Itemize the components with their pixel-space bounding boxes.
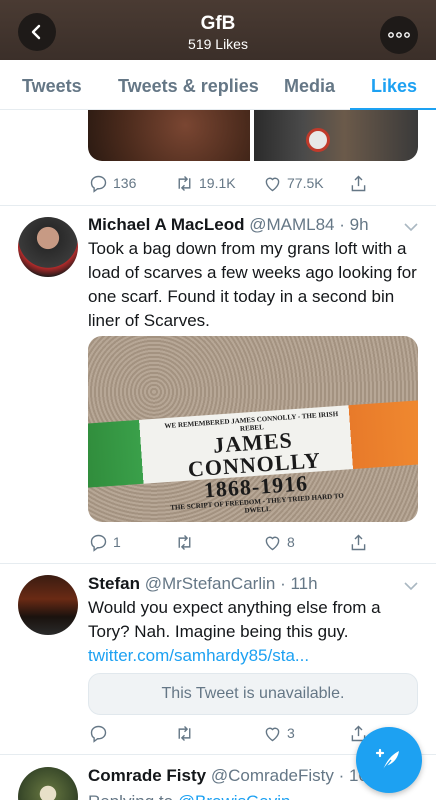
author-handle[interactable]: @ComradeFisty bbox=[211, 766, 334, 785]
heart-icon bbox=[265, 727, 280, 741]
like-count: 77.5K bbox=[287, 175, 324, 191]
tweet-author-line: Michael A MacLeod @MAML84 · 9h bbox=[88, 215, 369, 235]
megaphone-icon bbox=[306, 128, 330, 152]
media-image[interactable] bbox=[88, 110, 250, 161]
retweet-button[interactable]: 19.1K bbox=[174, 173, 236, 194]
tweet-link[interactable]: twitter.com/samhardy85/sta... bbox=[88, 646, 309, 665]
more-dots-icon bbox=[388, 32, 410, 38]
tweet-divider bbox=[0, 563, 436, 564]
tweet-text: Would you expect anything else from a To… bbox=[88, 596, 418, 668]
tweet-image[interactable]: WE REMEMBERED JAMES CONNOLLY - THE IRISH… bbox=[88, 336, 418, 522]
avatar[interactable] bbox=[18, 217, 78, 277]
author-handle[interactable]: @MAML84 bbox=[249, 215, 334, 234]
retweet-icon bbox=[178, 725, 191, 741]
retweet-icon bbox=[178, 175, 191, 191]
retweet-icon bbox=[178, 534, 191, 550]
reply-count: 136 bbox=[113, 175, 137, 191]
chevron-down-icon[interactable] bbox=[404, 581, 418, 591]
like-button[interactable]: 8 bbox=[262, 532, 295, 553]
tweet-actions: 3 bbox=[88, 722, 388, 744]
share-icon bbox=[351, 534, 366, 550]
like-count: 8 bbox=[287, 534, 295, 550]
reply-button[interactable] bbox=[88, 723, 109, 744]
replying-to: Replying to @BrowisGavin bbox=[88, 792, 290, 800]
avatar[interactable] bbox=[18, 767, 78, 800]
tweet-actions: 1 8 bbox=[88, 531, 388, 553]
scarf: WE REMEMBERED JAMES CONNOLLY - THE IRISH… bbox=[88, 399, 418, 515]
tweet-media[interactable] bbox=[88, 110, 418, 162]
avatar[interactable] bbox=[18, 575, 78, 635]
reply-count: 1 bbox=[113, 534, 121, 550]
author-name[interactable]: Michael A MacLeod bbox=[88, 215, 245, 234]
tweet-author-line: Comrade Fisty @ComradeFisty · 10 bbox=[88, 766, 368, 786]
tweet-divider bbox=[0, 205, 436, 206]
chevron-down-icon[interactable] bbox=[404, 222, 418, 232]
reply-button[interactable]: 1 bbox=[88, 532, 121, 553]
profile-header: GfB 519 Likes bbox=[0, 0, 436, 60]
like-count: 3 bbox=[287, 725, 295, 741]
heart-icon bbox=[265, 177, 280, 191]
tweet-author-line: Stefan @MrStefanCarlin · 11h bbox=[88, 574, 318, 594]
likes-count: 519 Likes bbox=[188, 36, 248, 52]
compose-tweet-button[interactable] bbox=[356, 727, 422, 793]
tab-likes[interactable]: Likes bbox=[371, 76, 417, 97]
retweet-button[interactable] bbox=[174, 723, 195, 744]
author-handle[interactable]: @MrStefanCarlin bbox=[145, 574, 276, 593]
tweet-time: · 11h bbox=[280, 574, 318, 593]
unavailable-tweet-card: This Tweet is unavailable. bbox=[88, 673, 418, 715]
replying-to-label: Replying to bbox=[88, 792, 173, 800]
media-image[interactable] bbox=[254, 110, 418, 161]
like-button[interactable]: 77.5K bbox=[262, 173, 324, 194]
replying-to-handle[interactable]: @BrowisGavin bbox=[178, 792, 291, 800]
tab-tweets-replies[interactable]: Tweets & replies bbox=[118, 76, 259, 97]
heart-icon bbox=[265, 536, 280, 550]
profile-name: GfB bbox=[200, 13, 236, 34]
reply-button[interactable]: 136 bbox=[88, 173, 136, 194]
share-icon bbox=[351, 175, 366, 191]
reply-icon bbox=[90, 725, 107, 743]
tab-tweets[interactable]: Tweets bbox=[22, 76, 82, 97]
profile-tabs: Tweets Tweets & replies Media Likes bbox=[0, 60, 436, 110]
author-name[interactable]: Stefan bbox=[88, 574, 140, 593]
author-name[interactable]: Comrade Fisty bbox=[88, 766, 206, 785]
like-button[interactable]: 3 bbox=[262, 723, 295, 744]
tab-media[interactable]: Media bbox=[284, 76, 335, 97]
more-options-button[interactable] bbox=[380, 16, 418, 54]
tweet-actions: 136 19.1K 77.5K bbox=[88, 172, 388, 194]
reply-icon bbox=[90, 534, 107, 552]
tweet-text: Took a bag down from my grans loft with … bbox=[88, 239, 417, 330]
retweet-count: 19.1K bbox=[199, 175, 236, 191]
share-button[interactable] bbox=[348, 532, 369, 553]
share-button[interactable] bbox=[348, 173, 369, 194]
tweet-time: · 9h bbox=[339, 215, 369, 234]
retweet-button[interactable] bbox=[174, 532, 195, 553]
compose-feather-icon bbox=[375, 748, 399, 771]
tweet-text-content: Would you expect anything else from a To… bbox=[88, 598, 381, 641]
reply-icon bbox=[90, 175, 107, 193]
